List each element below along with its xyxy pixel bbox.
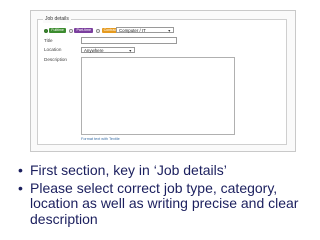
bullet-icon: • [18, 162, 23, 178]
description-textarea[interactable] [81, 57, 235, 135]
badge-parttime: Part-time [74, 28, 94, 34]
instruction-list: • First section, key in ‘Job details’ • … [18, 162, 314, 229]
chevron-down-icon: ▼ [128, 49, 132, 53]
location-select[interactable]: Anywhere ▼ [81, 47, 135, 53]
location-value: Anywhere [84, 48, 104, 53]
radio-parttime[interactable] [69, 28, 74, 33]
radio-contract[interactable] [96, 28, 101, 33]
title-label: Title [44, 38, 53, 43]
category-select[interactable]: Computer / IT ▼ [116, 27, 174, 33]
title-input[interactable] [81, 37, 177, 44]
job-details-fieldset: Job details Fulltime Part-time Contract … [37, 15, 287, 145]
category-value: Computer / IT [119, 28, 146, 33]
description-label: Description [44, 57, 67, 62]
fieldset-legend: Job details [43, 15, 71, 23]
chevron-down-icon: ▼ [167, 29, 171, 33]
list-item: • Please select correct job type, catego… [18, 179, 314, 228]
bullet-icon: • [18, 179, 23, 196]
list-item: • First section, key in ‘Job details’ [18, 162, 314, 179]
badge-fulltime: Fulltime [49, 28, 66, 34]
location-label: Location [44, 47, 62, 52]
form-screenshot: Job details Fulltime Part-time Contract … [30, 10, 296, 152]
radio-fulltime[interactable] [44, 28, 48, 33]
job-type-row: Fulltime Part-time Contract [44, 28, 120, 34]
textile-format-link[interactable]: Format text with Textile [81, 137, 120, 142]
note-text: Please select correct job type, category… [30, 179, 299, 227]
note-text: First section, key in ‘Job details’ [30, 162, 227, 178]
